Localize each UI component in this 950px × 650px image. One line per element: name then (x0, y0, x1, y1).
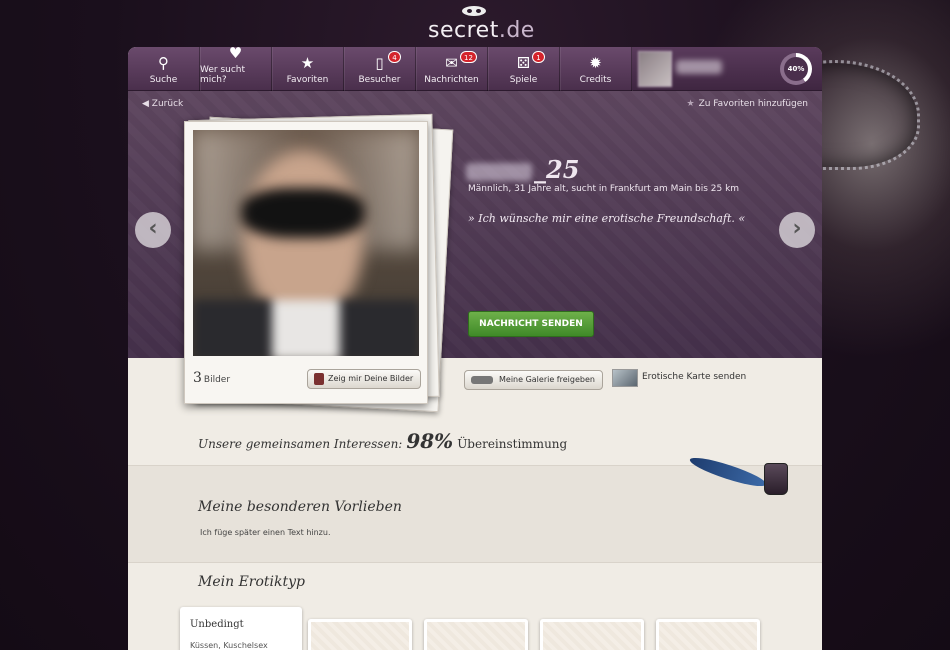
heart-icon: ♥ (228, 47, 243, 62)
main-photo-card[interactable]: 3 Bilder Zeig mir Deine Bilder (184, 121, 428, 404)
card-text: Küssen, Kuschelsex (190, 641, 268, 650)
secret-logo[interactable]: secret.de (428, 6, 534, 44)
nav-credits[interactable]: ✹ Credits (560, 47, 632, 91)
logo-tld: .de (498, 18, 535, 43)
add-favorite-label: Zu Favoriten hinzufügen (698, 99, 808, 109)
card-title: Unbedingt (190, 619, 244, 630)
search-icon: ⚲ (158, 54, 169, 72)
messages-badge: 12 (460, 51, 477, 63)
erotiktyp-card-placeholder[interactable] (656, 619, 760, 650)
erotiktyp-card-placeholder[interactable] (424, 619, 528, 650)
username-blurred (676, 60, 722, 74)
image-count-label: Bilder (203, 375, 231, 385)
nav-messages[interactable]: ✉ 12 Nachrichten (416, 47, 488, 91)
visitors-badge: 4 (388, 51, 401, 63)
logo-name: secret (428, 18, 499, 43)
star-icon: ★ (686, 99, 695, 109)
nav-games[interactable]: ⚄ 1 Spiele (488, 47, 560, 91)
card-thumbnail (612, 369, 638, 387)
erotiktyp-title: Mein Erotiktyp (198, 574, 305, 590)
nav-search[interactable]: ⚲ Suche (128, 47, 200, 91)
profile-progress-value: 40% (784, 57, 808, 81)
erotiktyp-card[interactable]: Unbedingt Küssen, Kuschelsex (180, 607, 302, 650)
visitors-icon: ▯ (375, 54, 384, 72)
profile-progress-ring[interactable]: 40% (780, 53, 812, 85)
profile-name: _25 (466, 155, 579, 184)
nav-label: Favoriten (286, 75, 329, 85)
profile-subtitle: Männlich, 31 Jahre alt, sucht in Frankfu… (468, 184, 740, 194)
own-profile-widget[interactable]: 40% (632, 47, 822, 90)
dice-icon: ⚄ (516, 54, 531, 72)
name-suffix: _25 (534, 155, 580, 184)
image-count-number: 3 (193, 370, 202, 386)
erotiktyp-cards: Unbedingt Küssen, Kuschelsex (180, 607, 822, 650)
avatar[interactable] (638, 51, 672, 87)
nav-label: Credits (579, 75, 612, 85)
previous-profile-button[interactable]: ‹ (135, 212, 171, 248)
next-profile-button[interactable]: › (779, 212, 815, 248)
main-navigation: ⚲ Suche ♥ Wer sucht mich? ★ Favoriten ▯ … (128, 47, 822, 91)
send-card-link[interactable]: Erotische Karte senden (612, 369, 747, 387)
preferences-text: Ich füge später einen Text hinzu. (200, 528, 331, 537)
nav-favorites[interactable]: ★ Favoriten (272, 47, 344, 91)
match-percent: 98% (406, 429, 454, 453)
show-photos-label: Zeig mir Deine Bilder (328, 374, 414, 383)
shared-interests: Unsere gemeinsamen Interessen: 98% Überein… (198, 429, 822, 453)
photo-mask (241, 188, 365, 238)
mask-icon (462, 6, 486, 16)
match-label: Übereinstimmung (457, 437, 568, 451)
feather-icon (687, 452, 769, 492)
nav-label: Spiele (509, 75, 538, 85)
photo-stack[interactable]: 3 Bilder Zeig mir Deine Bilder (184, 113, 454, 413)
star-icon: ★ (300, 54, 315, 72)
add-favorite-link[interactable]: ★ Zu Favoriten hinzufügen (686, 99, 808, 109)
show-photos-button[interactable]: Zeig mir Deine Bilder (307, 369, 422, 389)
nav-who-searches-me[interactable]: ♥ Wer sucht mich? (200, 47, 272, 91)
erotiktyp-card-placeholder[interactable] (308, 619, 412, 650)
photo-icon (314, 373, 324, 385)
profile-photo[interactable] (193, 130, 419, 356)
envelope-icon: ✉ (445, 54, 458, 72)
share-gallery-button[interactable]: Meine Galerie freigeben (464, 370, 603, 390)
preferences-title: Meine besonderen Vorlieben (198, 499, 402, 515)
inkwell-icon (764, 463, 788, 495)
interests-label: Unsere gemeinsamen Interessen: (198, 437, 403, 451)
image-count: 3 Bilder (193, 370, 230, 386)
games-badge: 1 (532, 51, 545, 63)
send-card-label: Erotische Karte senden (642, 372, 747, 382)
nav-visitors[interactable]: ▯ 4 Besucher (344, 47, 416, 91)
nav-label: Wer sucht mich? (200, 65, 246, 85)
share-gallery-label: Meine Galerie freigeben (499, 375, 595, 384)
name-blurred (466, 162, 532, 181)
send-message-button[interactable]: NACHRICHT SENDEN (468, 311, 594, 337)
coins-icon: ✹ (589, 54, 602, 72)
erotiktyp-card-placeholder[interactable] (540, 619, 644, 650)
nav-label: Besucher (358, 75, 401, 85)
key-icon (471, 376, 493, 384)
back-link[interactable]: ◀ Zurück (142, 99, 183, 109)
nav-label: Suche (149, 75, 178, 85)
profile-quote: » Ich wünsche mir eine erotische Freunds… (468, 212, 746, 225)
photo-suit (193, 300, 419, 356)
back-label: Zurück (151, 99, 184, 109)
nav-label: Nachrichten (424, 75, 479, 85)
